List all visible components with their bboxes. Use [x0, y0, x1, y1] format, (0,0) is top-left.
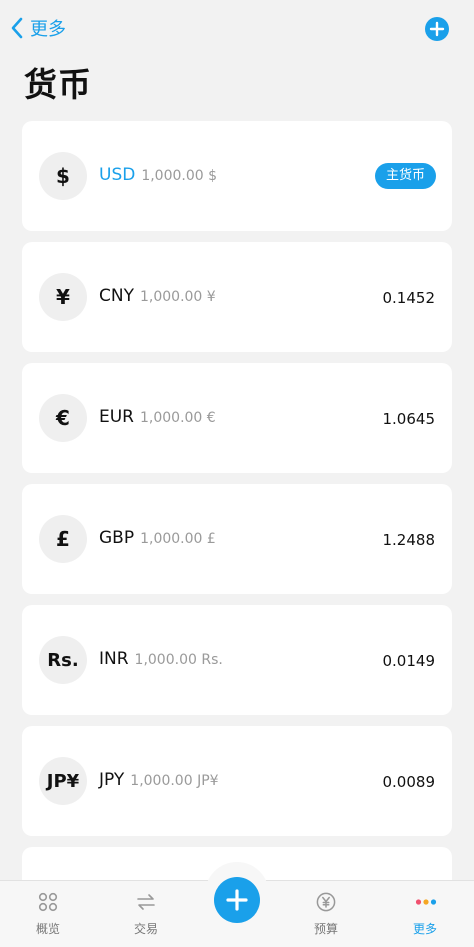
tab-transactions[interactable]: 交易 — [106, 881, 186, 947]
plus-circle-icon — [425, 17, 449, 41]
currency-symbol: € — [39, 394, 87, 442]
currency-code: JPY 1,000.00 JP¥ — [99, 770, 219, 790]
tab-label: 概览 — [35, 922, 60, 936]
more-dots-icon — [415, 892, 437, 912]
exchange-rate: 0.0149 — [382, 652, 436, 670]
currency-code-text: CNY — [99, 286, 134, 306]
currency-card-eur[interactable]: € EUR 1,000.00 € 1.0645 — [22, 363, 452, 473]
plus-icon — [214, 877, 260, 923]
currency-screen: 更多 货币 $ USD 1,000.00 $ 主货币 ¥ CNY 1,000.00 … — [0, 0, 474, 947]
currency-card-jpy[interactable]: JP¥ JPY 1,000.00 JP¥ 0.0089 — [22, 726, 452, 836]
tab-overview[interactable]: 概览 — [8, 881, 88, 947]
currency-card-cny[interactable]: ¥ CNY 1,000.00 ¥ 0.1452 — [22, 242, 452, 352]
currency-code-text: USD — [99, 165, 136, 185]
yen-circle-icon — [316, 892, 336, 912]
page-title: 货币 — [24, 65, 92, 104]
currency-symbol: JP¥ — [39, 757, 87, 805]
currency-symbol: $ — [39, 152, 87, 200]
exchange-rate: 1.2488 — [382, 531, 436, 549]
currency-card-usd[interactable]: $ USD 1,000.00 $ 主货币 — [22, 121, 452, 231]
currency-code: INR 1,000.00 Rs. — [99, 649, 223, 669]
add-currency-button[interactable] — [425, 17, 449, 41]
currency-list: $ USD 1,000.00 $ 主货币 ¥ CNY 1,000.00 ¥ 0.14… — [22, 121, 452, 918]
currency-code: USD 1,000.00 $ — [99, 165, 217, 185]
currency-code-text: EUR — [99, 407, 134, 427]
currency-code-text: INR — [99, 649, 129, 669]
exchange-rate: 1.0645 — [382, 410, 436, 428]
currency-symbol: £ — [39, 515, 87, 563]
currency-amount: 1,000.00 Rs. — [134, 652, 223, 668]
overview-grid-icon — [38, 892, 58, 912]
currency-card-gbp[interactable]: £ GBP 1,000.00 £ 1.2488 — [22, 484, 452, 594]
currency-code: GBP 1,000.00 £ — [99, 528, 216, 548]
currency-code: CNY 1,000.00 ¥ — [99, 286, 216, 306]
tab-label: 交易 — [133, 922, 158, 936]
currency-symbol: Rs. — [39, 636, 87, 684]
tab-label: 更多 — [412, 922, 437, 936]
tab-budget[interactable]: 预算 — [286, 881, 366, 947]
currency-amount: 1,000.00 JP¥ — [130, 773, 219, 789]
add-transaction-button[interactable] — [214, 877, 260, 923]
back-label: 更多 — [30, 19, 66, 40]
currency-symbol: ¥ — [39, 273, 87, 321]
tab-label: 预算 — [313, 922, 338, 936]
currency-card-inr[interactable]: Rs. INR 1,000.00 Rs. 0.0149 — [22, 605, 452, 715]
chevron-left-icon — [10, 16, 24, 40]
currency-amount: 1,000.00 $ — [141, 168, 218, 184]
primary-currency-badge: 主货币 — [374, 163, 436, 189]
transfer-arrows-icon — [136, 892, 156, 912]
exchange-rate: 0.1452 — [382, 289, 436, 307]
currency-code: EUR 1,000.00 € — [99, 407, 216, 427]
navigation-bar: 更多 — [0, 0, 474, 56]
tab-more[interactable]: 更多 — [385, 881, 465, 947]
currency-amount: 1,000.00 £ — [140, 531, 216, 547]
exchange-rate: 0.0089 — [382, 773, 436, 791]
currency-code-text: JPY — [99, 770, 125, 790]
back-button[interactable]: 更多 — [10, 14, 66, 42]
currency-code-text: GBP — [99, 528, 135, 548]
currency-amount: 1,000.00 ¥ — [139, 289, 216, 305]
currency-amount: 1,000.00 € — [140, 410, 216, 426]
